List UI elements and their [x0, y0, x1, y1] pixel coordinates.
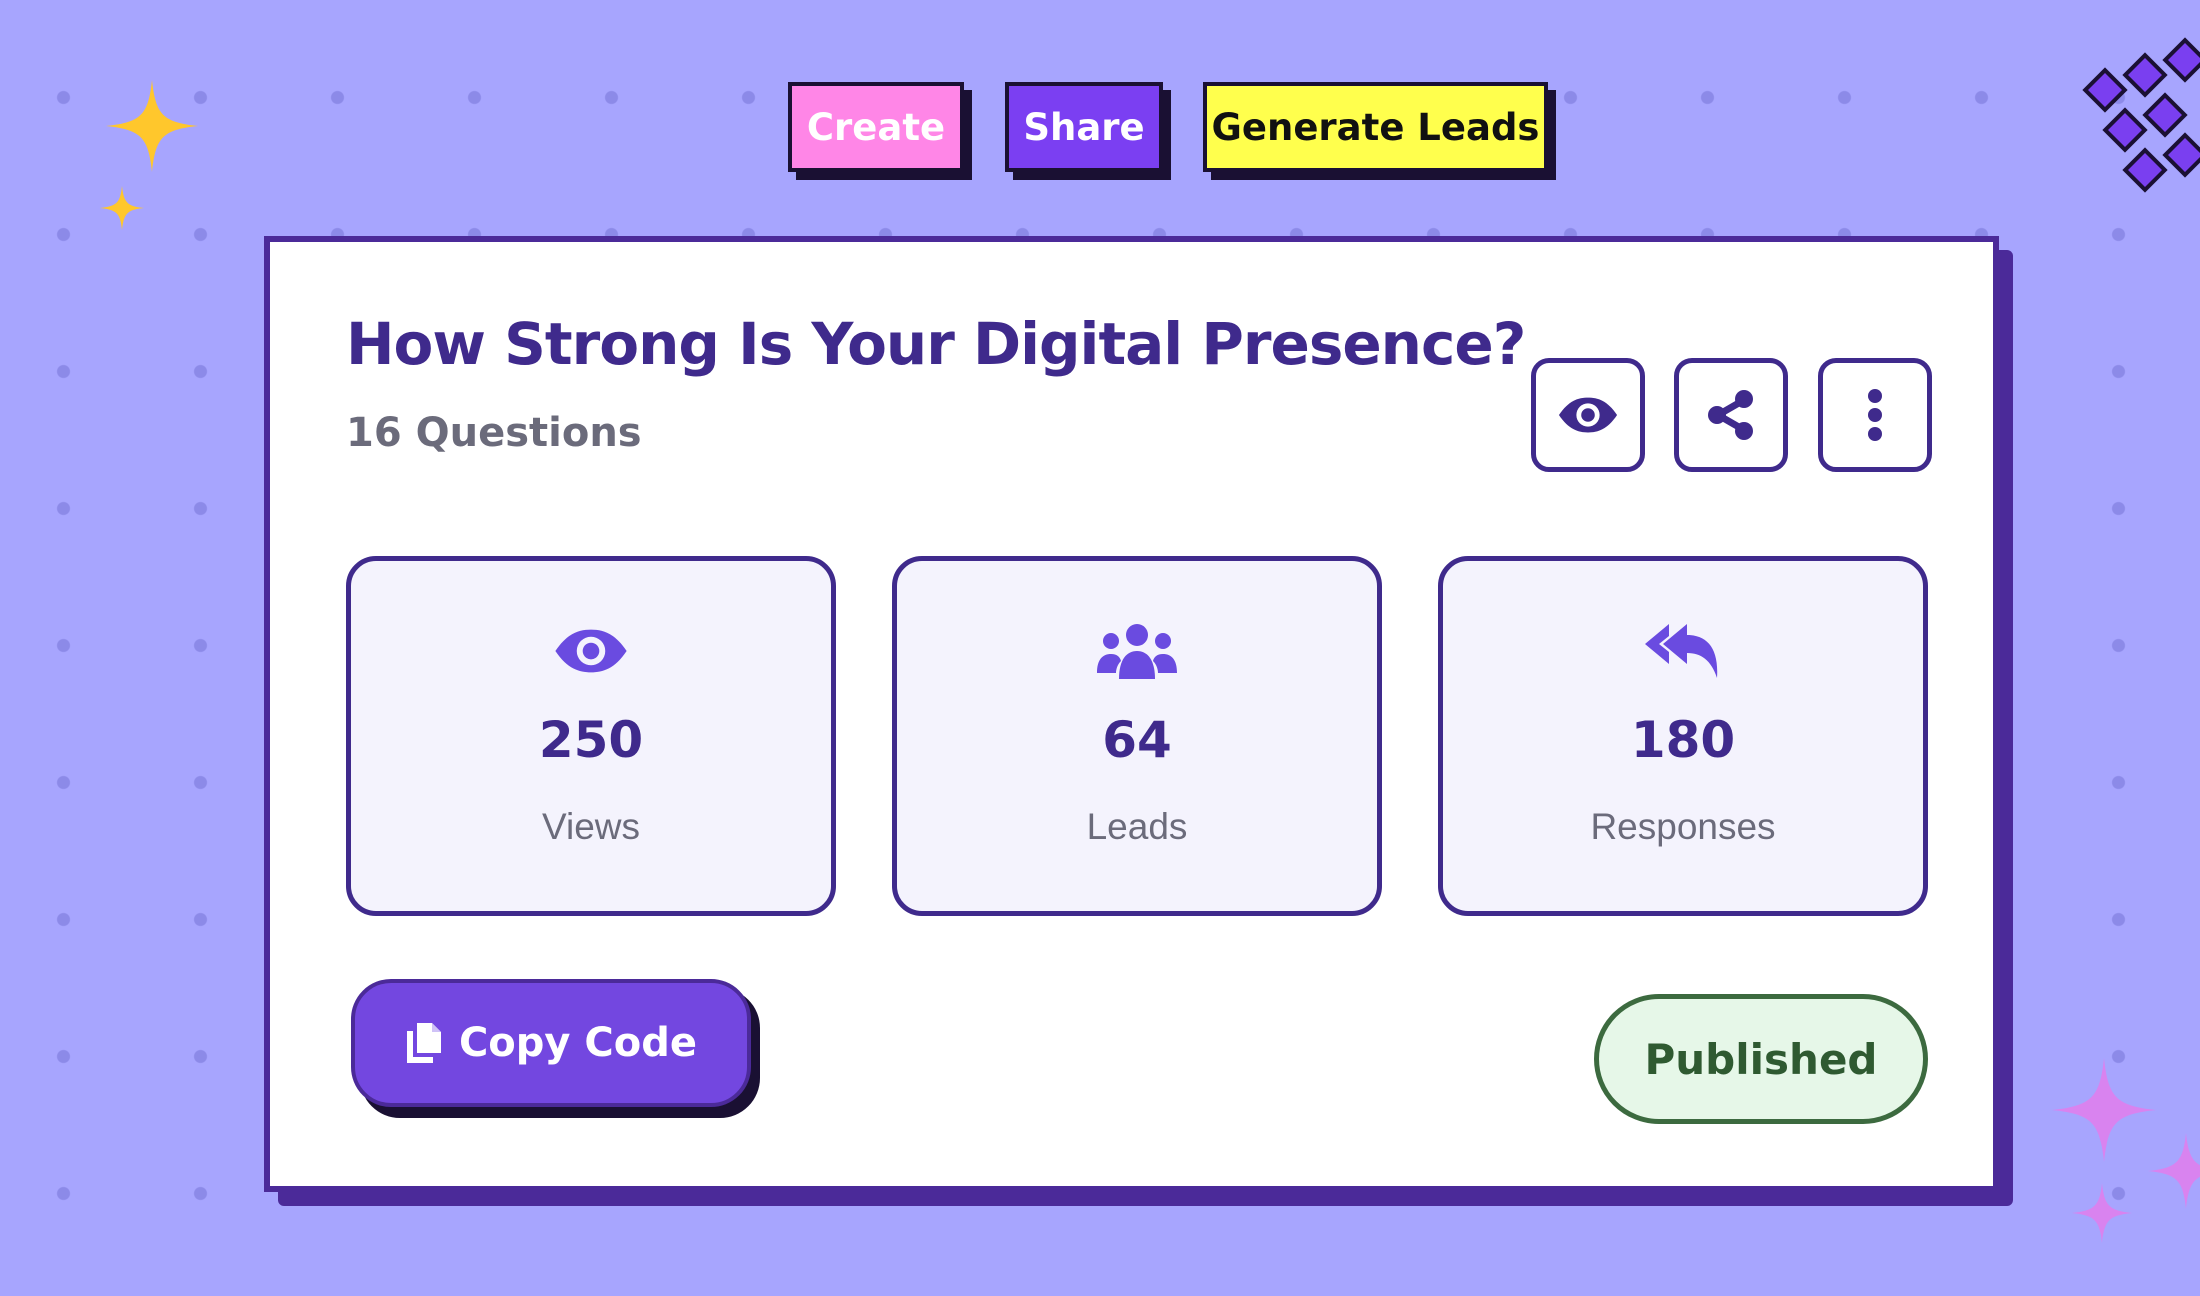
responses-stat: 180 Responses: [1438, 556, 1928, 916]
question-count: 16 Questions: [346, 410, 642, 456]
eye-icon: [1558, 397, 1618, 433]
copy-code-button[interactable]: Copy Code: [351, 979, 751, 1107]
reply-all-icon: [1645, 624, 1718, 678]
generate-leads-tab[interactable]: Generate Leads: [1203, 82, 1548, 172]
sparkle-pink-medium-icon: [2148, 1133, 2200, 1209]
share-tab[interactable]: Share: [1005, 82, 1163, 172]
leads-stat: 64 Leads: [892, 556, 1382, 916]
views-value: 250: [538, 711, 644, 769]
preview-button[interactable]: [1531, 358, 1645, 472]
leads-value: 64: [1102, 711, 1172, 769]
sparkle-yellow-small-icon: [100, 186, 144, 230]
sparkle-pink-small-icon: [2072, 1183, 2132, 1243]
status-badge: Published: [1594, 994, 1928, 1124]
responses-label: Responses: [1590, 806, 1776, 847]
sparkle-pink-icon: [2052, 1058, 2156, 1162]
eye-icon: [555, 629, 627, 673]
views-stat: 250 Views: [346, 556, 836, 916]
copy-code-label: Copy Code: [458, 1020, 698, 1066]
share-button[interactable]: [1674, 358, 1788, 472]
responses-value: 180: [1630, 711, 1736, 769]
more-options-button[interactable]: [1818, 358, 1932, 472]
quiz-title: How Strong Is Your Digital Presence?: [346, 310, 1526, 378]
leads-label: Leads: [1086, 806, 1188, 847]
share-icon: [1708, 390, 1753, 440]
views-label: Views: [541, 806, 641, 847]
quiz-card: How Strong Is Your Digital Presence? 16 …: [264, 236, 1999, 1192]
copy-icon: [406, 1023, 441, 1063]
create-tab[interactable]: Create: [788, 82, 964, 172]
top-tags: Create Share Generate Leads: [0, 82, 2200, 178]
users-icon: [1097, 624, 1177, 679]
more-vertical-icon: [1868, 389, 1882, 441]
